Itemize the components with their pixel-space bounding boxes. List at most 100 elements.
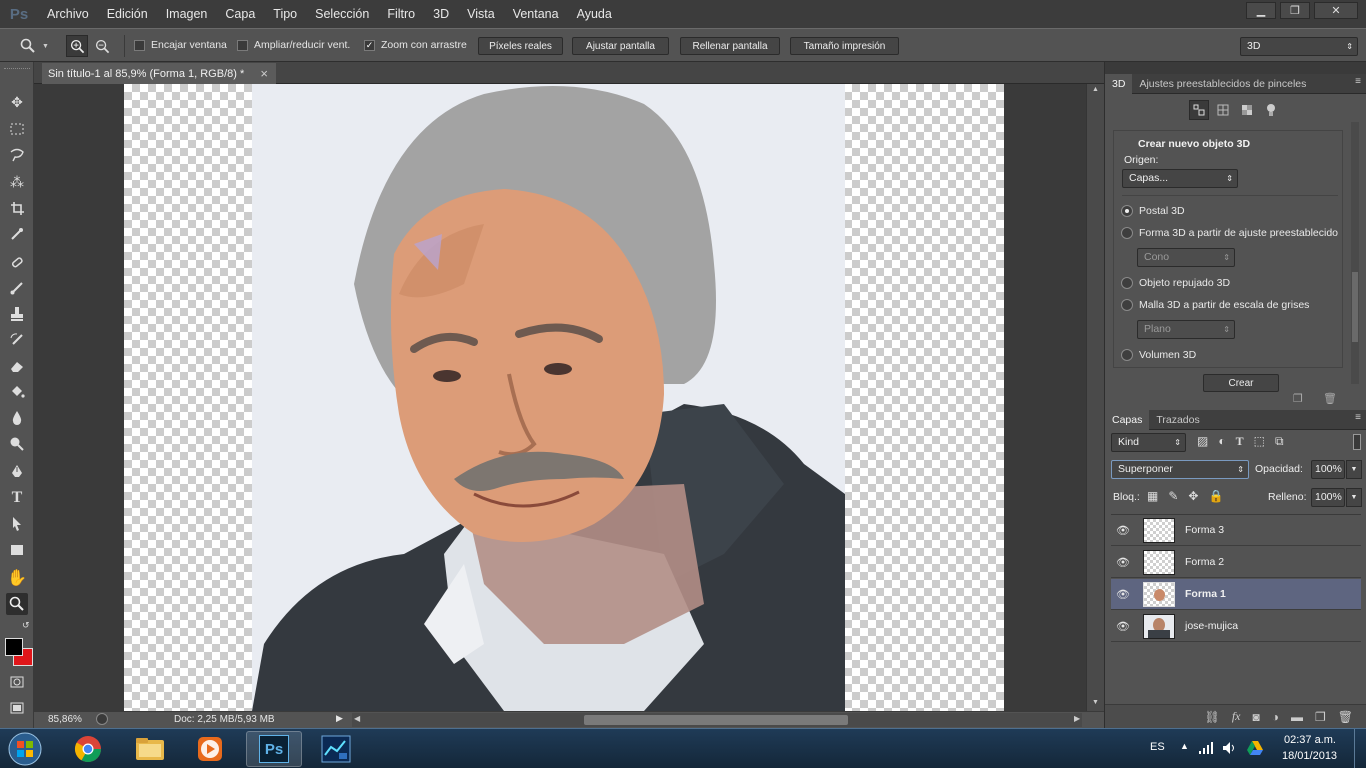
close-tab-icon[interactable]: × bbox=[260, 66, 268, 81]
visibility-eye-icon[interactable]: 👁 bbox=[1115, 524, 1131, 537]
layer-name[interactable]: Forma 3 bbox=[1185, 524, 1224, 536]
foreground-color-swatch[interactable] bbox=[5, 638, 23, 656]
blur-tool-icon[interactable] bbox=[6, 407, 28, 429]
checkbox[interactable] bbox=[237, 39, 248, 51]
quick-mask-icon[interactable] bbox=[6, 671, 28, 693]
google-drive-icon[interactable] bbox=[1246, 740, 1264, 756]
swap-colors-icon[interactable]: ↺ bbox=[22, 620, 30, 631]
shape-preset-select[interactable]: Cono ⇕ bbox=[1137, 248, 1235, 267]
lights-filter-button[interactable] bbox=[1263, 102, 1279, 118]
visibility-eye-icon[interactable]: 👁 bbox=[1115, 556, 1131, 569]
print-size-button[interactable]: Tamaño impresión bbox=[790, 37, 899, 55]
fill-screen-button[interactable]: Rellenar pantalla bbox=[680, 37, 780, 55]
document-tab[interactable]: Sin título-1 al 85,9% (Forma 1, RGB/8) *… bbox=[42, 63, 276, 84]
add-mask-icon[interactable]: ◙ bbox=[1253, 710, 1260, 724]
language-indicator[interactable]: ES bbox=[1150, 741, 1165, 753]
scrollbar-thumb[interactable] bbox=[584, 715, 848, 725]
menu-tipo[interactable]: Tipo bbox=[264, 0, 306, 28]
network-signal-icon[interactable] bbox=[1198, 741, 1214, 755]
menu-edicion[interactable]: Edición bbox=[98, 0, 157, 28]
panel-menu-icon[interactable]: ≡ bbox=[1355, 76, 1361, 87]
menu-filtro[interactable]: Filtro bbox=[378, 0, 424, 28]
dock-header[interactable] bbox=[1105, 62, 1366, 74]
pixel-filter-icon[interactable]: ▨ bbox=[1197, 434, 1208, 449]
layer-row-selected[interactable]: 👁 Forma 1 bbox=[1111, 579, 1361, 610]
panel-menu-icon[interactable]: ≡ bbox=[1355, 412, 1361, 423]
brush-tool-icon[interactable] bbox=[6, 277, 28, 299]
taskbar-photoshop[interactable]: Ps bbox=[246, 731, 302, 767]
option-grayscale-mesh-label[interactable]: Malla 3D a partir de escala de grises bbox=[1139, 299, 1309, 311]
checkbox[interactable] bbox=[134, 39, 145, 51]
type-tool-icon[interactable]: T bbox=[6, 487, 28, 509]
layer-name[interactable]: Forma 1 bbox=[1185, 588, 1226, 600]
menu-imagen[interactable]: Imagen bbox=[157, 0, 217, 28]
scroll-left-icon[interactable]: ◀ bbox=[354, 714, 360, 723]
fit-screen-button[interactable]: Ajustar pantalla bbox=[572, 37, 669, 55]
lock-position-icon[interactable]: ✥ bbox=[1188, 489, 1198, 503]
option-postal-3d-label[interactable]: Postal 3D bbox=[1139, 205, 1185, 217]
create-button[interactable]: Crear bbox=[1203, 374, 1279, 392]
taskbar-explorer[interactable] bbox=[122, 731, 178, 767]
option-preset-shape-label[interactable]: Forma 3D a partir de ajuste preestableci… bbox=[1139, 227, 1338, 239]
adjustment-layer-icon[interactable]: ◑ bbox=[1272, 710, 1279, 724]
visibility-eye-icon[interactable]: 👁 bbox=[1115, 588, 1131, 601]
trash-icon[interactable]: 🗑 bbox=[1323, 392, 1337, 405]
share-icon[interactable] bbox=[96, 713, 108, 725]
marquee-tool-icon[interactable] bbox=[6, 118, 28, 140]
menu-ventana[interactable]: Ventana bbox=[504, 0, 568, 28]
history-brush-tool-icon[interactable] bbox=[6, 329, 28, 351]
radio-preset-shape[interactable] bbox=[1121, 227, 1133, 239]
opacity-slider-arrow-icon[interactable]: ▼ bbox=[1346, 460, 1362, 479]
status-menu-arrow-icon[interactable]: ▶ bbox=[336, 713, 343, 724]
link-layers-icon[interactable]: ⛓ bbox=[1205, 710, 1220, 724]
checkbox-checked[interactable]: ✓ bbox=[364, 39, 375, 51]
layer-row[interactable]: 👁 Forma 2 bbox=[1111, 547, 1361, 578]
new-group-icon[interactable]: ▬ bbox=[1291, 710, 1303, 724]
restore-button[interactable]: ❐ bbox=[1280, 2, 1310, 19]
shape-filter-icon[interactable]: ⬚ bbox=[1254, 434, 1265, 449]
volume-icon[interactable] bbox=[1222, 741, 1238, 755]
zoom-tool-preset[interactable]: ▼ bbox=[20, 36, 54, 56]
minimize-button[interactable]: ▁ bbox=[1246, 2, 1276, 19]
tab-layers[interactable]: Capas bbox=[1105, 409, 1150, 430]
delete-layer-icon[interactable]: 🗑 bbox=[1338, 710, 1353, 724]
fill-slider-arrow-icon[interactable]: ▼ bbox=[1346, 488, 1362, 507]
option-extrusion-label[interactable]: Objeto repujado 3D bbox=[1139, 277, 1230, 289]
lock-transparency-icon[interactable]: ▦ bbox=[1147, 489, 1158, 503]
zoom-tool-icon[interactable] bbox=[6, 593, 28, 615]
magic-wand-tool-icon[interactable]: ⁂ bbox=[6, 171, 28, 193]
pen-tool-icon[interactable] bbox=[6, 461, 28, 483]
materials-filter-button[interactable] bbox=[1239, 102, 1255, 118]
canvas-area[interactable] bbox=[34, 84, 1086, 711]
eyedropper-tool-icon[interactable] bbox=[6, 223, 28, 245]
radio-postal-3d[interactable] bbox=[1121, 205, 1133, 217]
origin-select[interactable]: Capas... ⇕ bbox=[1122, 169, 1238, 188]
zoom-out-button[interactable] bbox=[91, 35, 113, 57]
resize-windows-checkbox[interactable]: Ampliar/reducir vent. bbox=[237, 39, 350, 51]
fill-field[interactable]: 100% bbox=[1311, 488, 1345, 507]
scene-filter-button[interactable] bbox=[1189, 100, 1209, 120]
radio-extrusion[interactable] bbox=[1121, 277, 1133, 289]
horizontal-scrollbar[interactable]: ◀ ▶ bbox=[352, 713, 1082, 727]
show-desktop-button[interactable] bbox=[1354, 729, 1366, 768]
crop-tool-icon[interactable] bbox=[6, 197, 28, 219]
start-button[interactable] bbox=[4, 730, 46, 768]
layer-row[interactable]: 👁 Forma 3 bbox=[1111, 515, 1361, 546]
menu-archivo[interactable]: Archivo bbox=[38, 0, 98, 28]
panel-grip[interactable] bbox=[4, 68, 30, 72]
menu-seleccion[interactable]: Selección bbox=[306, 0, 378, 28]
lock-pixels-icon[interactable]: ✎ bbox=[1168, 489, 1178, 503]
menu-ayuda[interactable]: Ayuda bbox=[568, 0, 621, 28]
new-item-icon[interactable]: ❐ bbox=[1293, 392, 1303, 405]
paint-bucket-tool-icon[interactable] bbox=[6, 381, 28, 403]
layer-style-icon[interactable]: fx bbox=[1232, 709, 1241, 724]
lock-all-icon[interactable]: 🔒 bbox=[1208, 489, 1223, 503]
rectangle-tool-icon[interactable] bbox=[6, 539, 28, 561]
visibility-eye-icon[interactable]: 👁 bbox=[1115, 620, 1131, 633]
document-canvas[interactable] bbox=[124, 84, 1004, 711]
workspace-select[interactable]: 3D ⇕ bbox=[1240, 37, 1358, 56]
layer-filter-select[interactable]: Kind ⇕ bbox=[1111, 433, 1186, 452]
mesh-filter-button[interactable] bbox=[1215, 102, 1231, 118]
taskbar-network-app[interactable] bbox=[308, 731, 364, 767]
tab-brush-presets[interactable]: Ajustes preestablecidos de pinceles bbox=[1132, 74, 1313, 94]
